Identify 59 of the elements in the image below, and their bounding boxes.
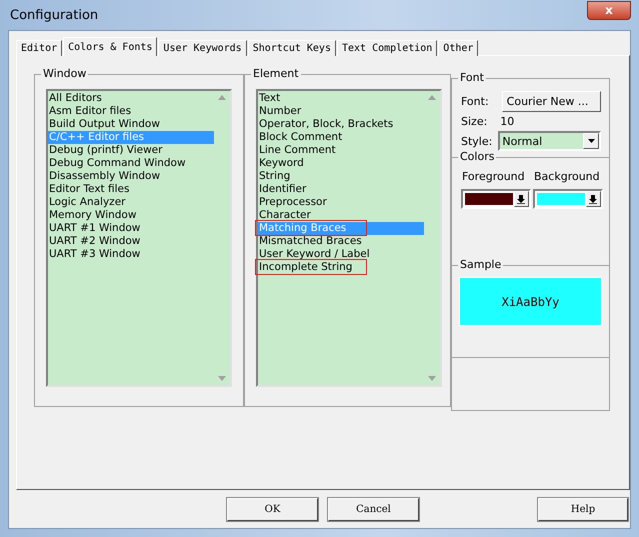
caret-icon	[588, 139, 594, 143]
list-item[interactable]: Build Output Window	[48, 118, 214, 131]
list-item[interactable]: Editor Text files	[48, 183, 214, 196]
tab[interactable]: User Keywords	[158, 40, 247, 56]
list-item[interactable]: Logic Analyzer	[48, 196, 214, 209]
list-item[interactable]: Identifier	[258, 183, 424, 196]
style-dropdown[interactable]: Normal	[498, 131, 601, 151]
down-arrow-icon	[517, 194, 526, 204]
list-item[interactable]: Preprocessor	[258, 196, 424, 209]
down-arrow-icon	[589, 194, 598, 204]
tab[interactable]: Shortcut Keys	[248, 40, 336, 56]
cancel-button[interactable]: Cancel	[328, 498, 419, 521]
list-item[interactable]: User Keyword / Label	[258, 248, 424, 261]
font-button[interactable]: Courier New ...	[502, 91, 601, 112]
group-title: Colors	[458, 150, 496, 163]
group-title: Sample	[458, 258, 504, 271]
element-list[interactable]: Text Number Operator, Block, Brackets Block Comment Line Comment Keyword String Identifier Preprocessor Character Matching Braces Mismatched Braces User Keyword / Label Incomplete String	[256, 89, 442, 387]
size-label: Size:	[461, 115, 488, 128]
color-label: Background	[533, 170, 601, 183]
list-item[interactable]: Memory Window	[48, 209, 214, 222]
list-item[interactable]: Number	[258, 105, 424, 118]
ok-button[interactable]: OK	[227, 498, 318, 521]
list-item[interactable]: Debug (printf) Viewer	[48, 144, 214, 157]
font-label: Font:	[461, 95, 489, 108]
list-item[interactable]: Keyword	[258, 157, 424, 170]
list-item[interactable]: Asm Editor files	[48, 105, 214, 118]
style-label: Style:	[461, 134, 492, 148]
group-title: Window	[41, 67, 88, 80]
list-item[interactable]: Block Comment	[258, 131, 424, 144]
list-item[interactable]: UART #3 Window	[48, 248, 214, 261]
dropdown-button[interactable]	[514, 191, 529, 207]
list-item[interactable]: String	[258, 170, 424, 183]
help-button[interactable]: Help	[538, 498, 628, 521]
color-label: Foreground	[461, 170, 526, 183]
group-title: Font	[458, 71, 486, 84]
list-item[interactable]: Line Comment	[258, 144, 424, 157]
dropdown-button[interactable]	[586, 191, 601, 207]
list-item[interactable]: UART #1 Window	[48, 222, 214, 235]
dropdown-button[interactable]	[583, 133, 599, 149]
tab[interactable]: Colors & Fonts	[63, 37, 158, 56]
list-item[interactable]: Disassembly Window	[48, 170, 214, 183]
tab[interactable]: Editor	[16, 40, 62, 56]
tab[interactable]: Other	[438, 40, 478, 56]
list-item[interactable]: Character	[258, 209, 424, 222]
list-item[interactable]: UART #2 Window	[48, 235, 214, 248]
list-item[interactable]: All Editors	[48, 92, 214, 105]
color-picker[interactable]	[461, 189, 531, 209]
list-item[interactable]: Operator, Block, Brackets	[258, 118, 424, 131]
window-title: Configuration	[9, 8, 98, 22]
tab[interactable]: Text Completion	[336, 40, 438, 56]
list-item[interactable]: Mismatched Braces	[258, 235, 424, 248]
list-item[interactable]: Debug Command Window	[48, 157, 214, 170]
color-picker[interactable]	[533, 189, 603, 209]
size-value: 10	[500, 115, 514, 128]
window-list[interactable]	[46, 89, 232, 387]
list-item[interactable]: Text	[258, 92, 424, 105]
group-title: Element	[251, 67, 301, 80]
sample-preview: XiAaBbYy	[459, 277, 602, 326]
list-item[interactable]: Incomplete String	[258, 261, 424, 274]
